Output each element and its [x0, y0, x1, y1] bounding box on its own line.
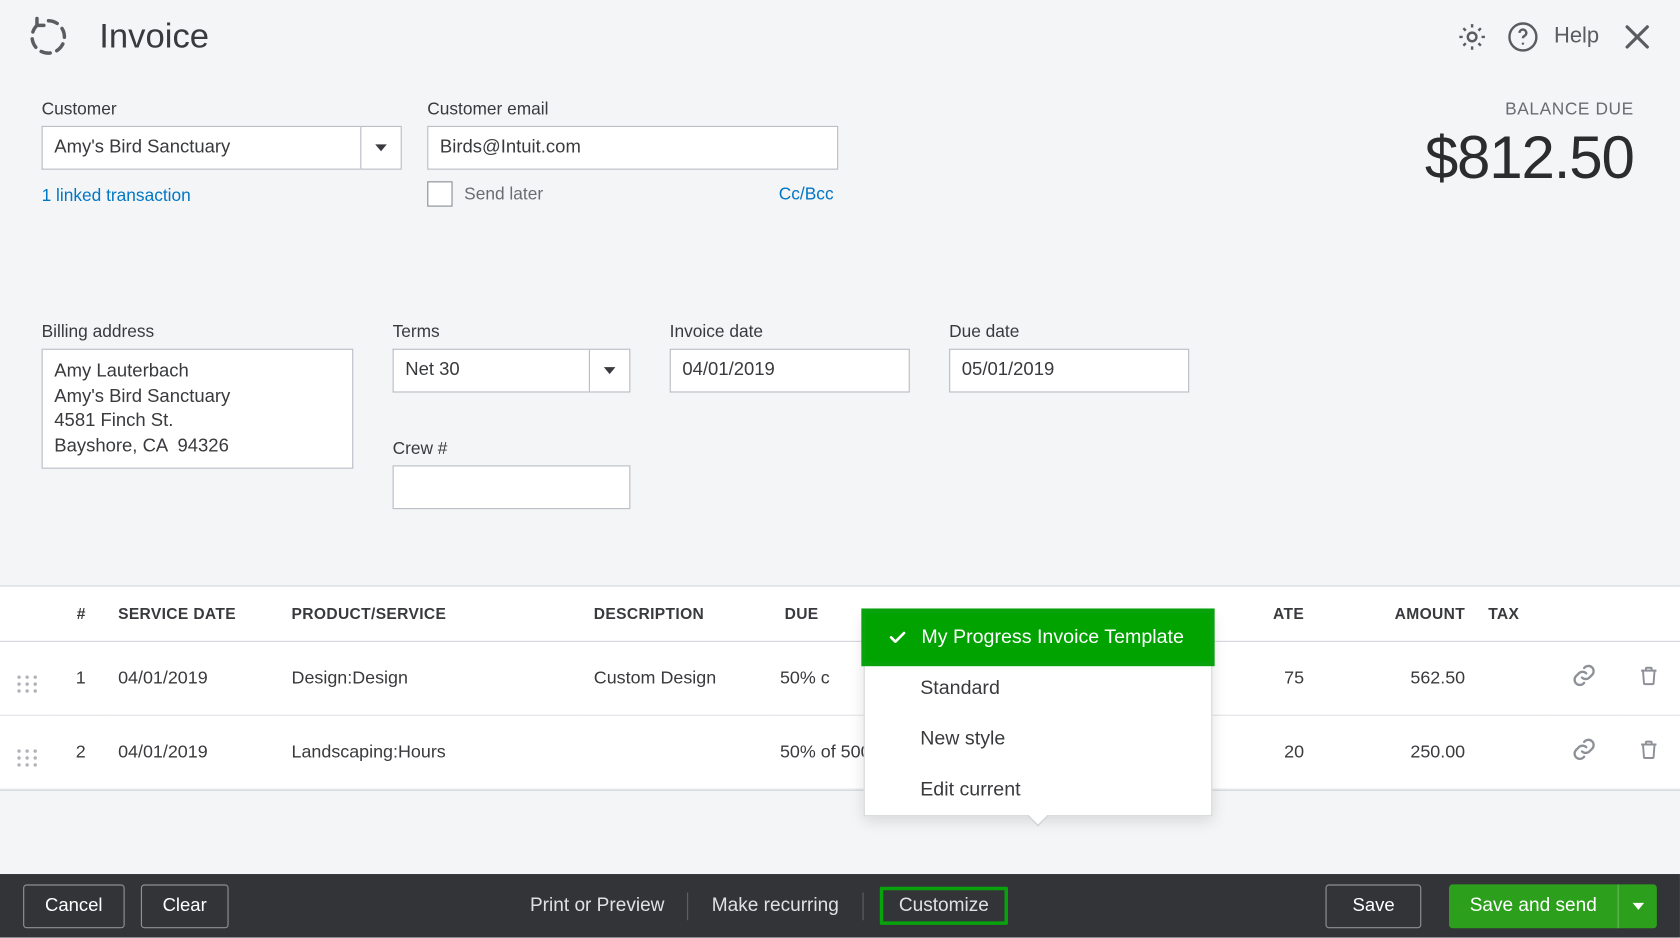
row-rate[interactable]: 20 [1204, 715, 1315, 789]
row-product[interactable]: Design:Design [280, 641, 582, 715]
check-icon [887, 627, 910, 648]
help-label[interactable]: Help [1554, 24, 1599, 49]
customer-select[interactable]: Amy's Bird Sanctuary [42, 126, 402, 170]
template-option[interactable]: New style [865, 714, 1211, 765]
due-date-field[interactable] [949, 349, 1189, 393]
col-rate: ATE [1204, 587, 1315, 642]
make-recurring-button[interactable]: Make recurring [705, 895, 846, 917]
row-index: 2 [55, 715, 107, 789]
row-service-date[interactable]: 04/01/2019 [107, 641, 280, 715]
chevron-down-icon[interactable] [589, 349, 631, 393]
send-later-checkbox[interactable] [427, 181, 452, 206]
trash-icon[interactable] [1618, 715, 1680, 789]
save-and-send-label: Save and send [1449, 895, 1618, 917]
terms-select[interactable]: Net 30 [393, 349, 631, 393]
template-option-selected[interactable]: My Progress Invoice Template [862, 610, 1213, 665]
save-button[interactable]: Save [1326, 884, 1421, 928]
col-index: # [55, 587, 107, 642]
customer-label: Customer [42, 99, 402, 119]
col-amount: AMOUNT [1316, 587, 1477, 642]
send-later-label: Send later [464, 184, 543, 204]
col-description: DESCRIPTION [582, 587, 773, 642]
help-icon[interactable] [1503, 17, 1542, 56]
terms-value: Net 30 [393, 349, 589, 393]
cc-bcc-link[interactable]: Cc/Bcc [779, 184, 834, 204]
email-field[interactable] [427, 126, 838, 170]
customize-button[interactable]: Customize [879, 887, 1008, 925]
template-option[interactable]: Standard [865, 663, 1211, 714]
drag-handle-icon[interactable] [0, 715, 55, 789]
row-amount[interactable]: 250.00 [1316, 715, 1477, 789]
chevron-down-icon[interactable] [360, 126, 402, 170]
invoice-cycle-icon [25, 14, 71, 60]
gear-icon[interactable] [1452, 17, 1491, 56]
customer-value: Amy's Bird Sanctuary [42, 126, 361, 170]
col-tax: TAX [1477, 587, 1551, 642]
chevron-down-icon[interactable] [1618, 884, 1657, 928]
crew-label: Crew # [393, 439, 631, 459]
due-date-label: Due date [949, 322, 1189, 342]
template-option[interactable]: Edit current [865, 764, 1211, 815]
row-description[interactable] [582, 715, 773, 789]
row-description[interactable]: Custom Design [582, 641, 773, 715]
trash-icon[interactable] [1618, 641, 1680, 715]
footer-bar: Cancel Clear Print or Preview Make recur… [0, 874, 1680, 938]
table-row[interactable]: 1 04/01/2019 Design:Design Custom Design… [0, 641, 1680, 715]
row-service-date[interactable]: 04/01/2019 [107, 715, 280, 789]
col-product-service: PRODUCT/SERVICE [280, 587, 582, 642]
clear-button[interactable]: Clear [141, 884, 229, 928]
row-index: 1 [55, 641, 107, 715]
table-row[interactable]: 2 04/01/2019 Landscaping:Hours 50% of 50… [0, 715, 1680, 789]
linked-transaction-link[interactable]: 1 linked transaction [42, 186, 191, 206]
cancel-button[interactable]: Cancel [23, 884, 124, 928]
customize-template-menu: My Progress Invoice Template Standard Ne… [864, 612, 1213, 816]
template-option-label: My Progress Invoice Template [921, 626, 1184, 649]
balance-due-label: BALANCE DUE [1425, 99, 1634, 119]
print-preview-button[interactable]: Print or Preview [523, 895, 671, 917]
template-option-label: New style [920, 727, 1005, 750]
row-tax[interactable] [1477, 715, 1551, 789]
row-amount[interactable]: 562.50 [1316, 641, 1477, 715]
save-and-send-button[interactable]: Save and send [1449, 884, 1657, 928]
page-title: Invoice [99, 17, 1452, 56]
row-tax[interactable] [1477, 641, 1551, 715]
terms-label: Terms [393, 322, 631, 342]
invoice-date-field[interactable] [670, 349, 910, 393]
template-option-label: Standard [920, 677, 1000, 700]
row-product[interactable]: Landscaping:Hours [280, 715, 582, 789]
link-icon[interactable] [1551, 641, 1618, 715]
popup-arrow-icon [1026, 815, 1049, 827]
row-rate[interactable]: 75 [1204, 641, 1315, 715]
invoice-date-label: Invoice date [670, 322, 910, 342]
close-icon[interactable] [1618, 17, 1657, 56]
template-option-label: Edit current [920, 778, 1020, 801]
crew-field[interactable] [393, 465, 631, 509]
link-icon[interactable] [1551, 715, 1618, 789]
billing-address-field[interactable]: Amy Lauterbach Amy's Bird Sanctuary 4581… [42, 349, 354, 470]
col-service-date: SERVICE DATE [107, 587, 280, 642]
balance-due-amount: $812.50 [1425, 124, 1634, 193]
divider [862, 892, 863, 920]
email-label: Customer email [427, 99, 838, 119]
billing-address-label: Billing address [42, 322, 354, 342]
divider [688, 892, 689, 920]
drag-handle-icon[interactable] [0, 641, 55, 715]
